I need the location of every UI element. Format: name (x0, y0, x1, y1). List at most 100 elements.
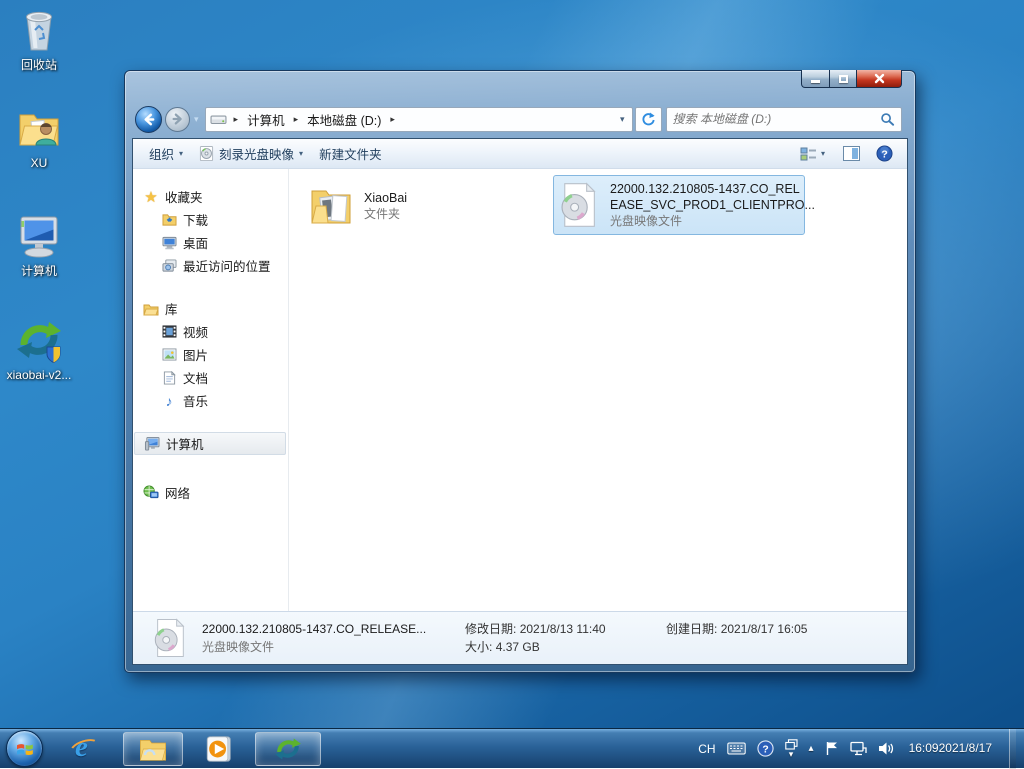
desktop-icon-xiaobai[interactable]: xiaobai-v2... (2, 316, 76, 384)
address-dropdown-icon[interactable]: ▾ (620, 114, 628, 125)
action-center-flag-icon[interactable] (825, 741, 839, 756)
size-label: 大小: (465, 640, 492, 654)
sidebar-item-videos[interactable]: 视频 (133, 320, 288, 343)
user-folder-icon (15, 104, 63, 152)
file-name: XiaoBai (364, 190, 407, 206)
address-bar[interactable]: ▸ 计算机 ▸ 本地磁盘 (D:) ▸ ▾ (205, 107, 633, 132)
file-tile-iso-selected[interactable]: 22000.132.210805-1437.CO_REL EASE_SVC_PR… (553, 175, 805, 235)
computer-icon (15, 212, 63, 260)
clock-time: 16:09 (909, 741, 939, 756)
caption-buttons (801, 70, 902, 88)
sidebar-item-computer[interactable]: 计算机 (134, 432, 286, 455)
breadcrumb-separator: ▸ (287, 114, 306, 125)
created-label: 创建日期: (666, 622, 717, 636)
windows-logo-icon (15, 741, 35, 757)
command-bar: 组织 ▾ 刻录光盘映像 ▾ 新建 (133, 139, 907, 169)
show-hidden-icons-button[interactable]: ▴ (809, 743, 814, 754)
search-box (666, 107, 902, 132)
computer-small-icon (144, 436, 160, 452)
chevron-down-icon: ▾ (179, 149, 183, 158)
sidebar-item-pictures[interactable]: 图片 (133, 343, 288, 366)
recycle-bin-icon (15, 6, 63, 54)
media-player-icon (204, 734, 234, 764)
start-button[interactable] (6, 730, 43, 767)
new-folder-button[interactable]: 新建文件夹 (311, 141, 390, 166)
libraries-icon (143, 301, 159, 317)
breadcrumb-separator: ▸ (383, 114, 402, 125)
back-arrow-icon (141, 112, 156, 127)
breadcrumb-computer[interactable]: 计算机 (245, 109, 287, 130)
desktop-monitor-icon (161, 235, 177, 251)
desktop-icon-xu[interactable]: XU (2, 104, 76, 172)
music-note-icon: ♪ (161, 393, 177, 409)
file-type: 光盘映像文件 (610, 213, 815, 229)
maximize-icon (839, 75, 848, 83)
taskbar-ie-button[interactable]: e (62, 732, 108, 766)
chevron-down-icon: ▾ (789, 750, 794, 758)
breadcrumb-separator: ▸ (227, 114, 246, 125)
xiaobai-app-icon (15, 316, 63, 364)
file-tile-xiaobai-folder[interactable]: XiaoBai 文件夹 (303, 177, 541, 235)
sidebar-item-documents[interactable]: 文档 (133, 366, 288, 389)
taskbar-xiaobai-button[interactable] (255, 732, 321, 766)
recent-pages-dropdown[interactable]: ▾ (194, 114, 199, 125)
forward-button[interactable] (165, 107, 190, 132)
language-bar-options[interactable]: ▾ (785, 739, 798, 758)
sidebar-label: 视频 (183, 322, 208, 341)
sidebar-item-music[interactable]: ♪ 音乐 (133, 389, 288, 412)
sidebar-group-favorites[interactable]: ★ 收藏夹 (133, 185, 288, 208)
xiaobai-app-icon (274, 735, 302, 763)
show-desktop-button[interactable] (1009, 729, 1016, 769)
folder-icon (307, 182, 355, 230)
sidebar-item-network[interactable]: 网络 (133, 481, 288, 504)
file-list: XiaoBai 文件夹 (289, 169, 907, 611)
taskbar-wmp-button[interactable] (196, 732, 242, 766)
breadcrumb-local-disk-d[interactable]: 本地磁盘 (D:) (305, 109, 383, 130)
help-icon: ? (876, 145, 893, 162)
taskbar-explorer-button[interactable] (123, 732, 183, 766)
desktop-icon-recycle-bin[interactable]: 回收站 (2, 6, 76, 74)
language-indicator[interactable]: CH (698, 742, 715, 756)
search-icon[interactable] (880, 112, 895, 127)
desktop-icon-label: 回收站 (21, 58, 57, 72)
desktop-icon-computer[interactable]: 计算机 (2, 212, 76, 280)
internet-explorer-icon: e (70, 734, 100, 764)
clock-date: 2021/8/17 (939, 741, 992, 756)
sidebar-item-desktop[interactable]: 桌面 (133, 231, 288, 254)
network-tray-icon[interactable] (850, 741, 867, 756)
sidebar-group-libraries[interactable]: 库 (133, 297, 288, 320)
sidebar-item-downloads[interactable]: 下载 (133, 208, 288, 231)
sidebar-label: 桌面 (183, 233, 208, 252)
volume-icon[interactable] (878, 741, 894, 756)
svg-text:?: ? (762, 744, 768, 755)
desktop-icon-label: 计算机 (21, 264, 57, 278)
sidebar-item-recent-places[interactable]: 最近访问的位置 (133, 254, 288, 277)
disc-icon (199, 146, 214, 161)
desktop: 回收站 XU 计算机 (0, 0, 1024, 768)
details-created-column: 创建日期: 2021/8/17 16:05 (666, 622, 807, 655)
preview-pane-button[interactable] (841, 143, 862, 164)
language-help-icon[interactable]: ? (757, 740, 774, 757)
search-input[interactable] (673, 112, 880, 126)
help-button[interactable]: ? (874, 142, 895, 165)
back-button[interactable] (135, 106, 162, 133)
maximize-button[interactable] (830, 70, 857, 88)
tray-clock[interactable]: 16:09 2021/8/17 (905, 741, 992, 756)
views-icon (800, 146, 817, 162)
details-pane: 22000.132.210805-1437.CO_RELEASE... 光盘映像… (133, 611, 907, 664)
chevron-down-icon: ▾ (821, 149, 825, 158)
file-tile-text: XiaoBai 文件夹 (364, 190, 407, 222)
close-button[interactable] (857, 70, 902, 88)
organize-button[interactable]: 组织 ▾ (141, 141, 191, 166)
desktop-icon-label: XU (31, 156, 48, 170)
minimize-button[interactable] (801, 70, 830, 88)
burn-disc-image-button[interactable]: 刻录光盘映像 ▾ (191, 141, 311, 166)
explorer-folder-icon (137, 733, 169, 765)
new-folder-label: 新建文件夹 (319, 144, 382, 163)
keyboard-icon[interactable] (727, 742, 746, 755)
explorer-window: ▾ ▸ 计算机 ▸ 本地磁盘 (D:) ▸ ▾ (124, 70, 916, 673)
refresh-button[interactable] (635, 107, 662, 132)
change-view-button[interactable]: ▾ (796, 143, 829, 165)
desktop-icon-label: xiaobai-v2... (7, 368, 72, 382)
drive-icon (210, 111, 227, 128)
